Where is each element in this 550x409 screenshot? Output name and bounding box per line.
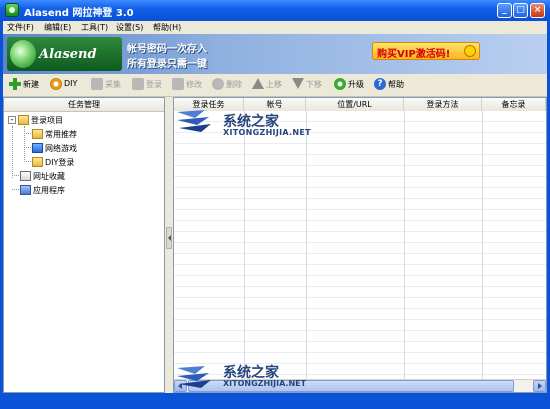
- banner: Alasend 帐号密码一次存入 所有登录只需一键 购买VIP激活码!: [3, 34, 547, 74]
- maximize-button[interactable]: □: [513, 3, 528, 18]
- tree-line: [12, 189, 19, 190]
- task-panel-header: 任务管理: [4, 98, 164, 112]
- edit-label: 修改: [186, 80, 202, 89]
- gear-icon: [50, 78, 62, 90]
- menu-bar: 文件(F) 编辑(E) 工具(T) 设置(S) 帮助(H): [3, 21, 547, 34]
- logo: Alasend: [7, 37, 122, 71]
- tree-line: [24, 147, 31, 148]
- scroll-right-button[interactable]: [533, 380, 546, 392]
- tree-item-label: DIY登录: [45, 158, 75, 167]
- menu-tools[interactable]: 工具(T): [81, 22, 108, 33]
- tree-item-label: 应用程序: [33, 186, 65, 195]
- logo-text: Alasend: [39, 47, 97, 62]
- app-icon: [5, 3, 19, 17]
- diy-label: DIY: [64, 79, 78, 88]
- tree-item-label: 登录项目: [31, 116, 63, 125]
- close-button[interactable]: ×: [530, 3, 545, 18]
- tree-item-label: 网络游戏: [45, 144, 77, 153]
- move-down-label: 下移: [306, 80, 322, 89]
- collect-label: 采集: [105, 80, 121, 89]
- slogan-line-2: 所有登录只需一键: [127, 59, 207, 70]
- smile-icon: [464, 45, 476, 57]
- book-icon: [20, 171, 31, 181]
- logo-swirl-icon: [10, 40, 36, 68]
- login-icon: [132, 78, 144, 90]
- collect-icon: [91, 78, 103, 90]
- watermark-subtitle: XITONGZHIJIA.NET: [223, 128, 311, 137]
- app-window: Alasend 网拉神登 3.0 _ □ × 文件(F) 编辑(E) 工具(T)…: [0, 0, 550, 409]
- delete-label: 删除: [226, 80, 242, 89]
- column-url[interactable]: 位置/URL: [306, 98, 404, 111]
- window-frame-bottom: [0, 393, 550, 409]
- window-title: Alasend 网拉神登 3.0: [24, 8, 134, 19]
- tree-line: [24, 161, 31, 162]
- column-login-method[interactable]: 登录方法: [404, 98, 482, 111]
- menu-help[interactable]: 帮助(H): [153, 22, 181, 33]
- chevron-left-icon: [168, 235, 171, 241]
- column-divider: [482, 111, 483, 379]
- title-bar[interactable]: Alasend 网拉神登 3.0 _ □ ×: [0, 0, 550, 21]
- arrow-down-icon: [292, 78, 304, 89]
- tree-line: [24, 133, 31, 134]
- upgrade-icon: [334, 78, 346, 90]
- help-label: 帮助: [388, 80, 404, 89]
- watermark-logo-icon: [177, 366, 211, 388]
- tree-line: [12, 126, 13, 178]
- slogan-line-1: 帐号密码一次存入: [127, 44, 207, 55]
- tree-collapse-toggle[interactable]: -: [8, 116, 16, 124]
- menu-file[interactable]: 文件(F): [7, 22, 34, 33]
- arrow-up-icon: [252, 78, 264, 89]
- watermark-logo-icon: [177, 110, 211, 132]
- new-label: 新建: [23, 80, 39, 89]
- folder-icon: [18, 115, 29, 125]
- upgrade-label: 升级: [348, 80, 364, 89]
- folder-icon: [32, 129, 43, 139]
- column-memo[interactable]: 备忘录: [482, 98, 546, 111]
- move-up-label: 上移: [266, 80, 282, 89]
- toolbar: 新建 DIY 采集 登录 修改 删除 上移 下移 升级 ? 帮助: [3, 74, 547, 97]
- folder-icon: [32, 157, 43, 167]
- watermark: 系统之家 XITONGZHIJIA.NET: [175, 106, 315, 152]
- add-icon: [9, 78, 21, 90]
- apps-icon: [20, 185, 31, 195]
- login-label: 登录: [146, 80, 162, 89]
- tree-line: [24, 126, 25, 162]
- buy-vip-label: 购买VIP激活码!: [377, 49, 451, 60]
- tree-item-label: 网址收藏: [33, 172, 65, 181]
- menu-edit[interactable]: 编辑(E): [44, 22, 71, 33]
- help-icon: ?: [374, 78, 386, 90]
- tree-line: [12, 175, 19, 176]
- task-panel: 任务管理 - 登录项目 常用推荐 网络游戏 DIY登录 网址收藏 应用程序: [3, 97, 165, 393]
- minimize-button[interactable]: _: [497, 3, 512, 18]
- monitor-icon: [32, 143, 43, 153]
- splitter-collapse-button[interactable]: [166, 227, 172, 249]
- menu-settings[interactable]: 设置(S): [116, 22, 143, 33]
- watermark-bottom: 系统之家 XITONGZHIJIA.NET: [175, 362, 315, 392]
- buy-vip-button[interactable]: 购买VIP激活码!: [372, 42, 480, 60]
- panel-splitter[interactable]: [165, 97, 173, 393]
- edit-icon: [172, 78, 184, 90]
- column-divider: [404, 111, 405, 379]
- tree-item-label: 常用推荐: [45, 130, 77, 139]
- watermark-subtitle: XITONGZHIJIA.NET: [223, 379, 307, 388]
- delete-icon: [212, 78, 224, 90]
